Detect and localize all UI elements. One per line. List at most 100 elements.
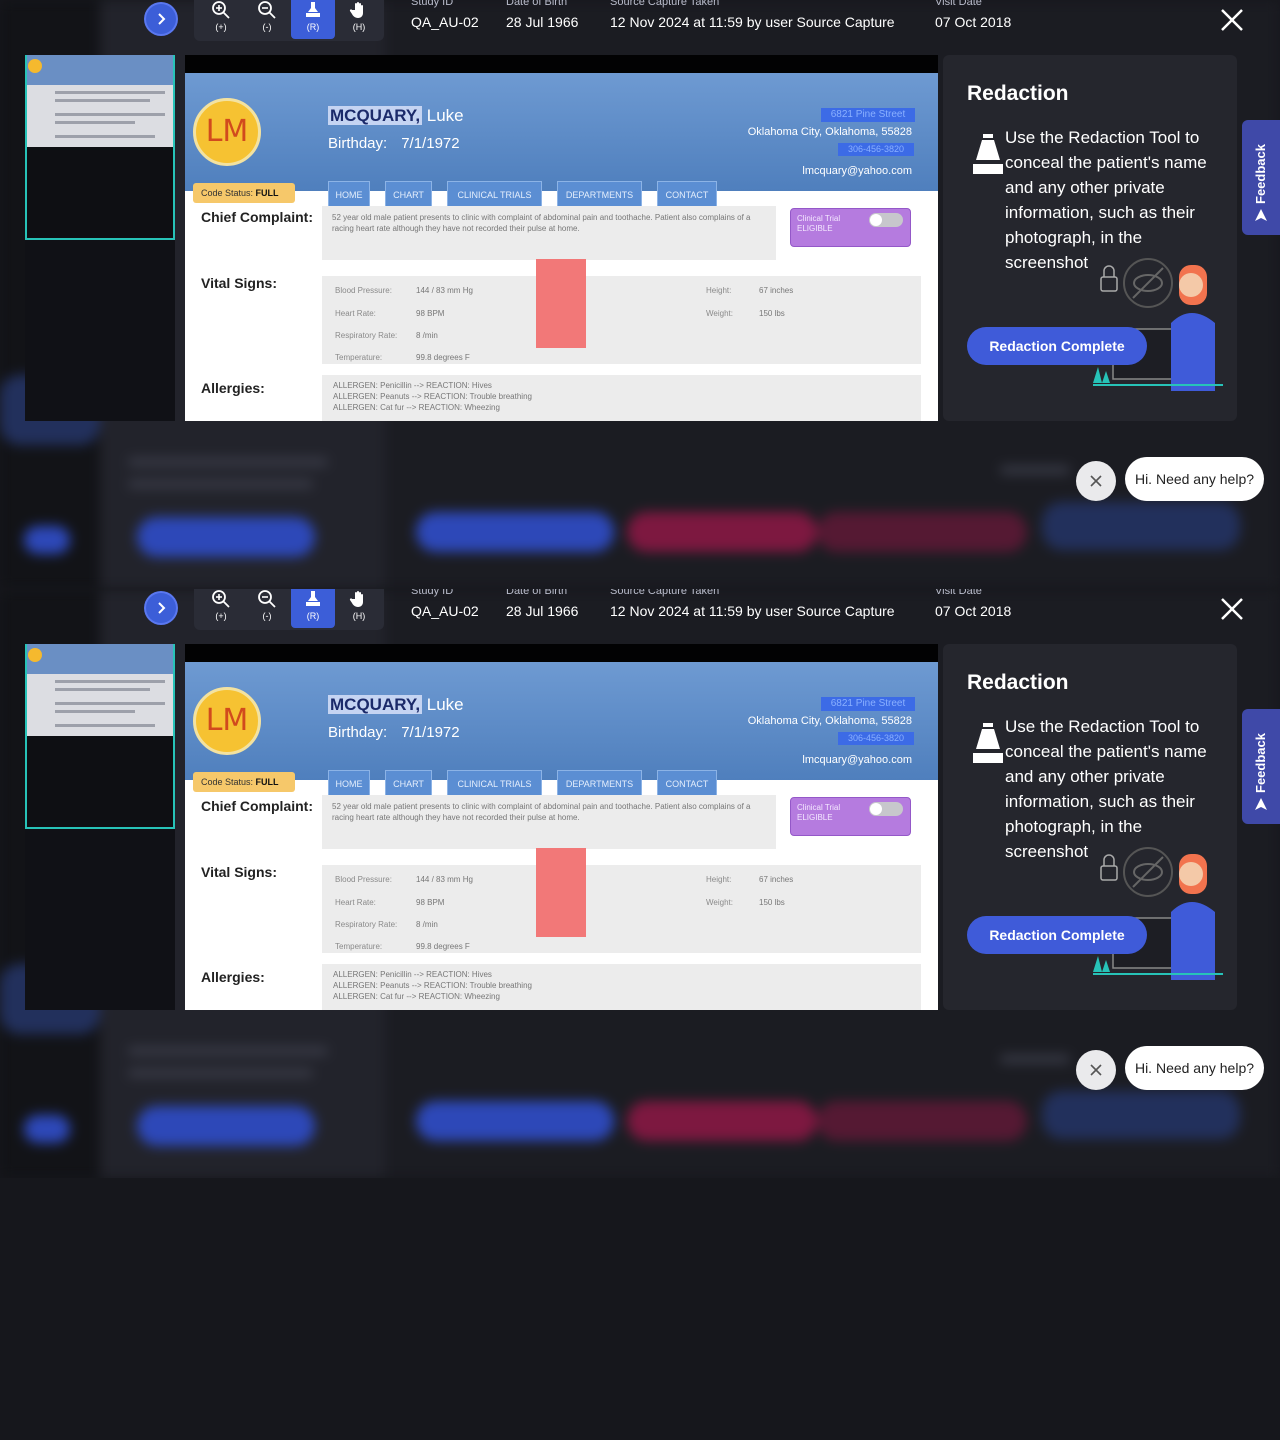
- clinical-trial-toggle: [869, 802, 903, 816]
- pan-tool-button[interactable]: (H): [337, 589, 381, 628]
- feedback-tab[interactable]: Feedback: [1242, 709, 1280, 824]
- dob-field: Date of Birth 28 Jul 1966: [506, 0, 578, 30]
- allergy-item: ALLERGEN: Cat fur --> REACTION: Wheezing: [333, 992, 500, 1001]
- doc-tab-clinical-trials: CLINICAL TRIALS: [447, 770, 542, 797]
- vital-signs-box: Blood Pressure: 144 / 83 mm Hg Heart Rat…: [322, 865, 921, 953]
- redaction-tool-button[interactable]: (R): [291, 589, 335, 628]
- birthday-label: Birthday:: [328, 724, 388, 741]
- page-thumbnails: [25, 55, 175, 421]
- pan-tool-button[interactable]: (H): [337, 0, 381, 39]
- clinical-trial-badge: Clinical Trial ELIGIBLE: [790, 208, 911, 247]
- doc-tab-chart: CHART: [385, 770, 432, 797]
- zoom-in-key: (+): [215, 22, 227, 32]
- code-status-label: Code Status:: [201, 777, 254, 787]
- bp-value: 144 / 83 mm Hg: [416, 286, 473, 295]
- address-street: 6821 Pine Street: [821, 108, 915, 122]
- dob-value: 28 Jul 1966: [506, 14, 579, 30]
- birthday-value: 7/1/1972: [401, 724, 460, 741]
- redaction-box[interactable]: [536, 848, 586, 937]
- zoom-out-button[interactable]: (-): [245, 589, 289, 628]
- redaction-complete-button[interactable]: Redaction Complete: [967, 916, 1147, 954]
- chief-complaint-text: 52 year old male patient presents to cli…: [322, 795, 776, 849]
- patient-email: lmcquary@yahoo.com: [802, 165, 912, 177]
- zoom-out-button[interactable]: (-): [245, 0, 289, 39]
- code-status-value: FULL: [255, 188, 279, 198]
- vital-signs-box: Blood Pressure: 144 / 83 mm Hg Heart Rat…: [322, 276, 921, 364]
- source-document[interactable]: LM MCQUARY, Luke Birthday: 7/1/1972 6821 …: [185, 644, 938, 1010]
- address-city: Oklahoma City, Oklahoma, 55828: [747, 126, 912, 138]
- rr-label: Respiratory Rate:: [335, 920, 398, 929]
- redaction-title: Redaction: [967, 82, 1069, 105]
- close-icon: [1090, 1064, 1102, 1076]
- source-document[interactable]: LM MCQUARY, Luke Birthday: 7/1/1972 6821 …: [185, 55, 938, 421]
- redaction-tool-button[interactable]: (R): [291, 0, 335, 39]
- study-id-value: QA_AU-02: [411, 14, 479, 30]
- date-of-service: Date of Service: null: [786, 778, 912, 794]
- weight-value: 150 lbs: [759, 898, 785, 907]
- chat-close-button[interactable]: [1076, 461, 1116, 501]
- close-viewer-button[interactable]: [1217, 594, 1247, 624]
- next-page-button[interactable]: [146, 4, 176, 34]
- study-id-field: Study ID QA_AU-02: [411, 589, 479, 619]
- allergies-box: ALLERGEN: Penicillin --> REACTION: Hives…: [322, 964, 921, 1010]
- help-chat-bubble[interactable]: Hi. Need any help?: [1125, 457, 1264, 501]
- next-page-button[interactable]: [146, 593, 176, 623]
- address-city: Oklahoma City, Oklahoma, 55828: [747, 715, 912, 727]
- help-chat-bubble[interactable]: Hi. Need any help?: [1125, 1046, 1264, 1090]
- code-status-value: FULL: [255, 777, 279, 787]
- viewer-frame: (+) (-) (R) (H) Study ID QA_AU-02 Date o…: [0, 589, 1280, 1178]
- weight-label: Weight:: [706, 898, 733, 907]
- zoom-in-button[interactable]: (+): [199, 589, 243, 628]
- chief-complaint-label: Chief Complaint:: [201, 798, 313, 814]
- close-icon: [1221, 9, 1243, 31]
- patient-name: MCQUARY, Luke: [328, 695, 464, 715]
- redaction-box[interactable]: [536, 259, 586, 348]
- visit-date-value: 07 Oct 2018: [935, 14, 1012, 30]
- visit-date-field: Visit Date 07 Oct 2018: [935, 589, 1011, 619]
- height-label: Height:: [706, 286, 732, 295]
- patient-name: MCQUARY, Luke: [328, 106, 464, 126]
- close-viewer-button[interactable]: [1217, 5, 1247, 35]
- visit-date-value: 07 Oct 2018: [935, 603, 1012, 619]
- bp-label: Blood Pressure:: [335, 875, 392, 884]
- code-status-label: Code Status:: [201, 188, 254, 198]
- chief-complaint-text: 52 year old male patient presents to cli…: [322, 206, 776, 260]
- pan-key: (H): [352, 611, 366, 621]
- zoom-out-key: (-): [262, 22, 272, 32]
- feedback-label: Feedback: [1253, 144, 1268, 204]
- zoom-toolbar: (+) (-) (R) (H): [194, 0, 384, 41]
- doc-tab-contact: CONTACT: [657, 770, 717, 797]
- study-id-label: Study ID: [411, 0, 454, 8]
- redaction-panel: Redaction Use the Redaction Tool to conc…: [943, 644, 1237, 1010]
- birthday-value: 7/1/1972: [401, 135, 460, 152]
- redaction-stamp-icon: [973, 134, 1003, 174]
- address-phone: 306-456-3820: [838, 732, 914, 745]
- redaction-complete-button[interactable]: Redaction Complete: [967, 327, 1147, 365]
- doc-tab-departments: DEPARTMENTS: [557, 770, 642, 797]
- capture-field: Source Capture Taken 12 Nov 2024 at 11:5…: [610, 0, 895, 30]
- send-icon: [1255, 209, 1267, 221]
- height-label: Height:: [706, 875, 732, 884]
- capture-field: Source Capture Taken 12 Nov 2024 at 11:5…: [610, 589, 895, 619]
- patient-first-name: Luke: [422, 695, 464, 714]
- hr-label: Heart Rate:: [335, 309, 376, 318]
- clinical-trial-toggle: [869, 213, 903, 227]
- study-id-field: Study ID QA_AU-02: [411, 0, 479, 30]
- close-icon: [1221, 598, 1243, 620]
- study-id-value: QA_AU-02: [411, 603, 479, 619]
- chat-close-button[interactable]: [1076, 1050, 1116, 1090]
- patient-header: LM MCQUARY, Luke Birthday: 7/1/1972 6821 …: [185, 73, 938, 208]
- code-status-badge: Code Status: FULL: [193, 772, 295, 792]
- chief-complaint-label: Chief Complaint:: [201, 209, 313, 225]
- birthday-label: Birthday:: [328, 135, 388, 152]
- study-id-label: Study ID: [411, 589, 454, 597]
- allergy-item: ALLERGEN: Peanuts --> REACTION: Trouble …: [333, 392, 532, 401]
- feedback-tab[interactable]: Feedback: [1242, 120, 1280, 235]
- zoom-in-button[interactable]: (+): [199, 0, 243, 39]
- frame-band-1: (+) (-) (R) (H) Study ID QA_AU-02 Date o…: [0, 0, 1280, 589]
- patient-birthday: Birthday: 7/1/1972: [328, 135, 460, 152]
- redaction-stamp-icon: [306, 2, 320, 17]
- rr-value: 8 /min: [416, 920, 438, 929]
- page-thumbnails: [25, 644, 175, 1010]
- rr-label: Respiratory Rate:: [335, 331, 398, 340]
